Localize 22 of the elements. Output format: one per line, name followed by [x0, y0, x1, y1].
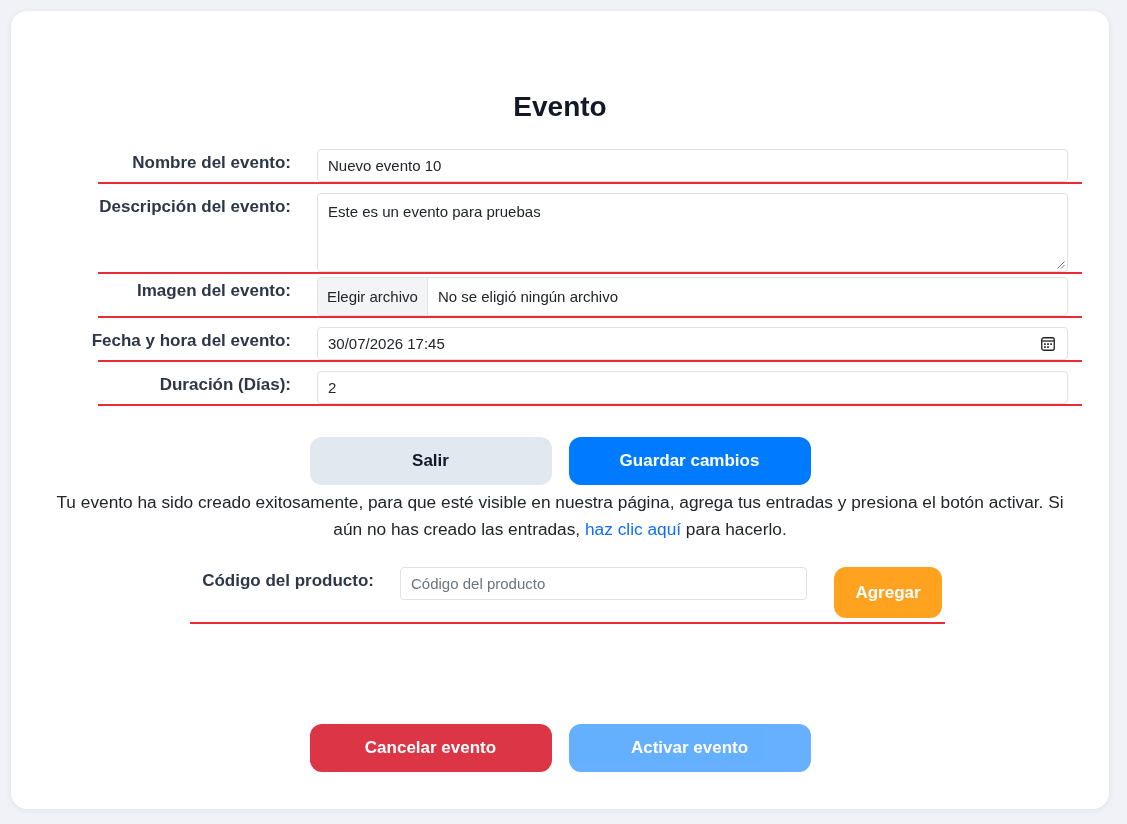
- field-label: Duración (Días):: [159, 375, 291, 395]
- save-changes-button[interactable]: Guardar cambios: [568, 437, 811, 485]
- datetime-input[interactable]: 30/07/2026 17:45: [317, 327, 1068, 360]
- file-status-text: No se eligió ningún archivo: [437, 288, 618, 305]
- choose-file-button[interactable]: Elegir archivo: [318, 278, 428, 315]
- text-input[interactable]: Nuevo evento 10: [317, 149, 1068, 182]
- number-input[interactable]: 2: [317, 371, 1068, 404]
- info-message: Tu evento ha sido creado exitosamente, para que esté visible en nuestra página, agrega tus entradas y presiona el botón activar. Si aún no has creado las entradas, haz clic aquí para hacerlo.: [55, 491, 1065, 541]
- create-entries-link[interactable]: haz clic aquí: [585, 519, 682, 539]
- calendar-icon[interactable]: [1041, 336, 1055, 351]
- product-code-input[interactable]: Código del producto: [400, 567, 807, 600]
- field-label: Fecha y hora del evento:: [91, 331, 291, 351]
- field-label: Nombre del evento:: [132, 153, 291, 173]
- file-input[interactable]: Elegir archivo No se eligió ningún archivo: [317, 277, 1068, 316]
- product-code-label: Código del producto:: [202, 571, 374, 591]
- resize-grip-icon[interactable]: [1057, 261, 1065, 269]
- field-label: Descripción del evento:: [99, 197, 291, 217]
- textarea-input[interactable]: Este es un evento para pruebas: [317, 193, 1068, 272]
- page-title: Evento: [513, 91, 607, 122]
- exit-button[interactable]: Salir: [309, 437, 552, 485]
- cancel-event-button[interactable]: Cancelar evento: [309, 724, 552, 772]
- field-label: Imagen del evento:: [137, 281, 291, 301]
